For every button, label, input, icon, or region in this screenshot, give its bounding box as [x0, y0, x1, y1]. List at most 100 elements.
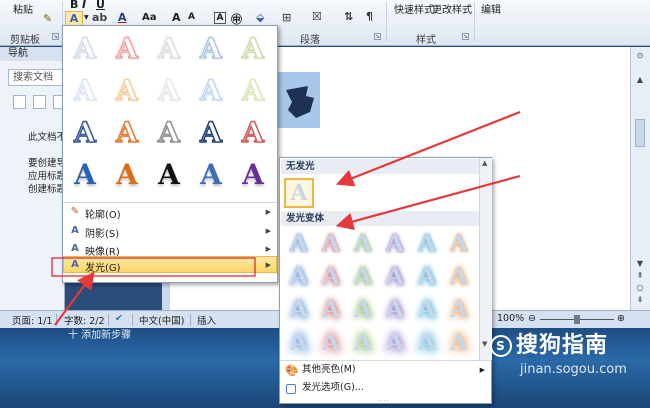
glow-variant-option[interactable]: A — [444, 327, 474, 357]
grow-font-icon[interactable]: A — [172, 11, 181, 24]
char-border-icon[interactable]: A — [214, 12, 226, 24]
change-case-icon[interactable]: Aa — [142, 12, 157, 23]
text-effect-style[interactable]: A — [235, 72, 271, 108]
glow-variant-option[interactable]: A — [316, 228, 346, 258]
resize-grip-icon[interactable]: ···· — [378, 398, 390, 405]
text-effect-style[interactable]: A — [151, 156, 187, 192]
format-painter-icon[interactable]: ✎ — [43, 12, 52, 25]
text-effect-style[interactable]: A — [235, 156, 271, 192]
zoom-slider-thumb[interactable] — [574, 315, 580, 324]
glow-variant-option[interactable]: A — [412, 261, 442, 291]
text-effect-style[interactable]: A — [67, 30, 103, 66]
text-effect-style[interactable]: A — [235, 114, 271, 150]
chinese-layout-icon[interactable]: ☒ — [312, 10, 322, 23]
page-count[interactable]: 页面: 1/1 — [12, 313, 53, 327]
glow-variant-option[interactable]: A — [284, 294, 314, 324]
menu-item-glow[interactable]: 发光(G) — [85, 259, 121, 274]
highlight-icon[interactable]: ab — [92, 11, 107, 24]
glow-variant-option[interactable]: A — [444, 228, 474, 258]
text-effect-style[interactable]: A — [109, 72, 145, 108]
text-effect-style[interactable]: A — [151, 114, 187, 150]
select-browse-object-icon[interactable]: ○ — [634, 283, 646, 293]
more-colors-item[interactable]: 其他亮色(M) — [280, 361, 491, 379]
glow-variant-option[interactable]: A — [380, 327, 410, 357]
glow-variant-option[interactable]: A — [284, 228, 314, 258]
text-effect-style[interactable]: A — [67, 156, 103, 192]
status-divider — [56, 314, 57, 326]
zoom-in-icon[interactable]: ⊕ — [617, 313, 625, 324]
text-effect-style[interactable]: A — [109, 30, 145, 66]
text-effect-style[interactable]: A — [151, 72, 187, 108]
glow-variant-option[interactable]: A — [316, 294, 346, 324]
glow-variant-option[interactable]: A — [348, 327, 378, 357]
quick-styles-button[interactable]: 快速样式 — [394, 1, 434, 16]
glow-variant-option[interactable]: A — [380, 228, 410, 258]
shading-icon[interactable]: ⬙ — [256, 11, 264, 24]
no-glow-option[interactable]: A — [284, 178, 314, 208]
glow-variant-option[interactable]: A — [412, 228, 442, 258]
text-effect-style[interactable]: A — [109, 156, 145, 192]
glow-variant-option[interactable]: A — [412, 294, 442, 324]
clipboard-launcher-icon[interactable]: ↘ — [52, 33, 59, 40]
glow-variant-option[interactable]: A — [348, 261, 378, 291]
scroll-up-icon[interactable]: ▲ — [634, 75, 646, 85]
chevron-down-icon[interactable]: ▼ — [84, 14, 89, 21]
glow-variant-option[interactable]: A — [444, 261, 474, 291]
glow-variant-option[interactable]: A — [316, 261, 346, 291]
zoom-level[interactable]: 100% — [497, 313, 524, 324]
glow-variant-option[interactable]: A — [284, 261, 314, 291]
nav-tab-headings[interactable] — [13, 95, 26, 109]
menu-item-shadow[interactable]: 阴影(S) — [85, 225, 119, 240]
ruler-toggle-icon[interactable]: ⊙ — [634, 51, 646, 61]
scroll-up-icon[interactable]: ▲ — [482, 159, 487, 167]
proofing-icon[interactable]: ✔ — [115, 313, 123, 324]
shrink-font-icon[interactable]: A — [188, 12, 195, 22]
next-page-icon[interactable]: ⇟ — [634, 295, 646, 305]
glow-options-item[interactable]: 发光选项(G)... — [280, 379, 491, 397]
edit-button[interactable]: 编辑 — [481, 1, 501, 16]
glow-variant-option[interactable]: A — [380, 261, 410, 291]
text-effect-style[interactable]: A — [193, 30, 229, 66]
nav-tab-pages[interactable] — [33, 95, 46, 109]
text-effect-style[interactable]: A — [193, 114, 229, 150]
bold-icon[interactable]: B — [70, 0, 78, 11]
language-indicator[interactable]: 中文(中国) — [139, 313, 184, 327]
glow-variant-option[interactable]: A — [348, 294, 378, 324]
text-effect-style[interactable]: A — [193, 156, 229, 192]
glow-variant-option[interactable]: A — [284, 327, 314, 357]
selected-text-glyph[interactable] — [278, 72, 320, 128]
change-styles-button[interactable]: 更改样式 — [432, 1, 472, 16]
text-effect-style[interactable]: A — [109, 114, 145, 150]
italic-icon[interactable]: I — [82, 0, 86, 11]
styles-launcher-icon[interactable]: ↘ — [462, 33, 469, 40]
glow-variant-option[interactable]: A — [444, 294, 474, 324]
underline-icon[interactable]: U — [96, 0, 105, 11]
scroll-down-icon[interactable]: ▼ — [634, 259, 646, 269]
menu-item-outline[interactable]: 轮廓(O) — [85, 206, 121, 221]
text-effect-style[interactable]: A — [151, 30, 187, 66]
nav-search-input[interactable]: 搜索文档 — [8, 69, 65, 86]
paragraph-launcher-icon[interactable]: ↘ — [374, 33, 381, 40]
sort-icon[interactable]: ⇅ — [344, 10, 353, 23]
text-effect-style[interactable]: A — [235, 30, 271, 66]
scrollbar-thumb[interactable] — [635, 119, 645, 147]
insert-mode-indicator[interactable]: 插入 — [197, 313, 216, 327]
glow-variant-option[interactable]: A — [412, 327, 442, 357]
prev-page-icon[interactable]: ⇞ — [634, 271, 646, 281]
paste-button[interactable]: 粘贴 — [13, 1, 33, 16]
borders-icon[interactable]: ⊞ — [282, 11, 291, 24]
nav-pane-title: 导航 — [0, 47, 65, 61]
group-divider — [474, 2, 475, 42]
text-effect-style[interactable]: A — [193, 72, 229, 108]
show-marks-icon[interactable]: ¶ — [366, 10, 373, 23]
word-count[interactable]: 字数: 2/2 — [64, 313, 105, 327]
glow-variant-option[interactable]: A — [348, 228, 378, 258]
text-effect-style[interactable]: A — [67, 72, 103, 108]
vertical-scrollbar[interactable]: ⊙ ▲ ▼ ⇞ ○ ⇟ — [630, 47, 650, 310]
glow-variant-option[interactable]: A — [316, 327, 346, 357]
glow-variant-option[interactable]: A — [380, 294, 410, 324]
scroll-down-icon[interactable]: ▼ — [482, 340, 487, 348]
text-effect-style[interactable]: A — [67, 114, 103, 150]
font-color-icon[interactable]: A — [118, 11, 127, 24]
zoom-out-icon[interactable]: ⊖ — [528, 313, 536, 324]
